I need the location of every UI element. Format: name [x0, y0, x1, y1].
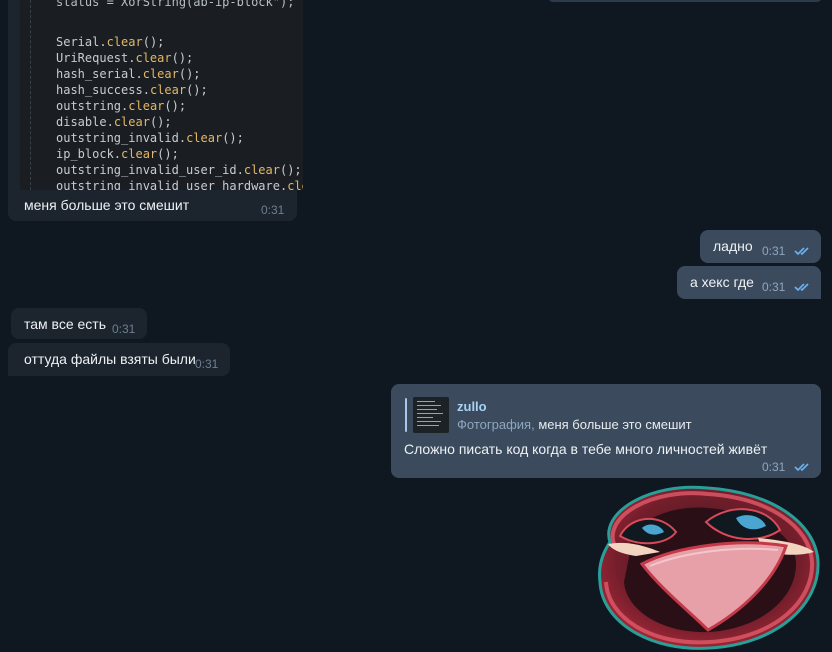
- incoming-message[interactable]: оттуда файлы взяты были 0:31: [8, 343, 230, 376]
- code-function: clear: [149, 83, 187, 97]
- code-punctuation: ();: [149, 115, 172, 129]
- code-punctuation: ();: [142, 35, 165, 49]
- message-text: оттуда файлы взяты были: [24, 351, 196, 367]
- code-line: hash_success.clear();: [56, 82, 208, 98]
- code-object: outstring_invalid: [56, 131, 179, 145]
- outgoing-reply-message[interactable]: zullo Фотография, меня больше это смешит…: [391, 384, 821, 478]
- code-function: clear: [128, 99, 165, 113]
- code-function: clear: [106, 35, 143, 49]
- clipped-outgoing-bubble[interactable]: [548, 0, 822, 2]
- message-time: 0:31: [762, 460, 786, 474]
- code-function: clear: [142, 67, 179, 81]
- code-object: hash_success: [56, 83, 143, 97]
- message-time: 0:31: [195, 357, 219, 371]
- code-dot: .: [135, 67, 143, 81]
- code-dot: .: [178, 131, 187, 145]
- code-object: hash_serial: [56, 67, 136, 81]
- code-function: clear: [243, 163, 280, 177]
- code-line: ip_block.clear();: [56, 146, 179, 162]
- code-line: disable.clear();: [56, 114, 172, 130]
- chat-view: status = XorString(ab-ip-block"); Serial…: [0, 0, 832, 652]
- incoming-message[interactable]: там все есть 0:31: [11, 308, 147, 339]
- code-punctuation: ();: [186, 83, 208, 97]
- reply-preview: Фотография, меня больше это смешит: [457, 417, 692, 432]
- sticker-face-icon[interactable]: [590, 482, 826, 652]
- code-dot: .: [236, 163, 244, 177]
- code-dot: .: [99, 35, 107, 49]
- code-function: clear: [121, 147, 158, 161]
- code-punctuation: ();: [157, 147, 179, 161]
- message-text: а хекс где: [690, 274, 754, 290]
- code-line: UriRequest.clear();: [56, 50, 193, 66]
- code-dot: .: [142, 83, 150, 97]
- reply-type-label: Фотография,: [457, 417, 535, 432]
- code-object: ip_block: [56, 147, 114, 161]
- message-time: 0:31: [762, 280, 786, 294]
- code-line: outstring.clear();: [56, 98, 186, 114]
- reply-snippet: меня больше это смешит: [538, 417, 692, 432]
- message-text: там все есть: [24, 316, 107, 332]
- reply-accent-bar: [405, 398, 407, 432]
- outgoing-message[interactable]: а хекс где 0:31: [677, 266, 821, 299]
- code-line: outstring_invalid_user_hardware.clea: [56, 178, 303, 190]
- reply-author[interactable]: zullo: [457, 399, 487, 414]
- code-function: clear: [135, 51, 172, 65]
- code-line: Serial.clear();: [56, 34, 164, 50]
- indent-guide: [30, 0, 31, 190]
- code-line-partial: status = XorString(ab-ip-block");: [56, 0, 295, 9]
- message-time: 0:31: [261, 203, 285, 217]
- code-object: Serial: [56, 35, 100, 49]
- message-text: ладно: [713, 238, 753, 254]
- code-function: clear: [113, 115, 150, 129]
- code-object: UriRequest: [56, 51, 129, 65]
- code-punctuation: ();: [164, 99, 187, 113]
- double-check-icon: [794, 247, 809, 256]
- code-punctuation: ();: [279, 163, 302, 177]
- code-punctuation: ();: [178, 67, 201, 81]
- code-punctuation: ();: [222, 131, 244, 145]
- code-object: outstring_invalid_user_hardware: [56, 179, 280, 190]
- reply-photo-thumbnail[interactable]: [413, 397, 449, 433]
- message-time: 0:31: [112, 322, 136, 336]
- code-line: outstring_invalid_user_id.clear();: [56, 162, 302, 178]
- double-check-icon: [794, 463, 809, 472]
- code-object: outstring_invalid_user_id: [56, 163, 237, 177]
- code-punctuation: ();: [171, 51, 194, 65]
- code-line: outstring_invalid.clear();: [56, 130, 244, 146]
- code-dot: .: [113, 147, 122, 161]
- outgoing-message[interactable]: ладно 0:31: [700, 230, 821, 263]
- code-dot: .: [106, 115, 114, 129]
- code-photo-message[interactable]: status = XorString(ab-ip-block"); Serial…: [8, 0, 303, 221]
- code-line: hash_serial.clear();: [56, 66, 201, 82]
- code-photo-caption: меня больше это смешит: [24, 197, 190, 213]
- code-object: outstring: [56, 99, 122, 113]
- code-screenshot-image[interactable]: status = XorString(ab-ip-block"); Serial…: [20, 0, 303, 190]
- code-object: disable: [56, 115, 107, 129]
- code-function: clea: [287, 179, 303, 190]
- message-text: Сложно писать код когда в тебе много лич…: [404, 441, 768, 457]
- code-function: clear: [186, 131, 223, 145]
- double-check-icon: [794, 283, 809, 292]
- message-time: 0:31: [762, 244, 786, 258]
